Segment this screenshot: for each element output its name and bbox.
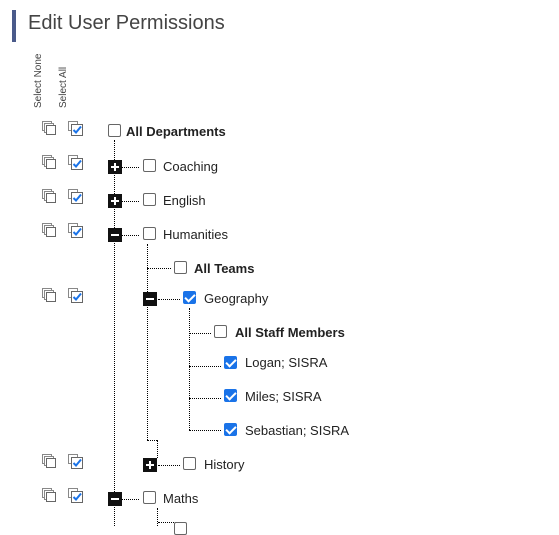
tree-line [121, 201, 139, 202]
select-none-icon[interactable] [41, 120, 57, 136]
select-all-icon[interactable] [67, 487, 83, 503]
plus-icon [146, 461, 154, 469]
checkbox-coaching[interactable] [143, 159, 156, 172]
checkbox-miles[interactable] [224, 389, 237, 402]
select-none-icon[interactable] [41, 487, 57, 503]
select-none-icon[interactable] [41, 188, 57, 204]
collapse-humanities-button[interactable] [108, 228, 122, 242]
label-all-staff-members: All Staff Members [235, 325, 345, 340]
title-accent-bar [12, 10, 16, 42]
plus-icon [111, 163, 119, 171]
select-all-icon[interactable] [67, 222, 83, 238]
select-all-icon[interactable] [67, 154, 83, 170]
select-none-icon[interactable] [41, 287, 57, 303]
minus-icon [111, 234, 119, 236]
tree-line [157, 440, 158, 458]
collapse-maths-button[interactable] [108, 492, 122, 506]
checkbox-maths[interactable] [143, 491, 156, 504]
checkbox-geography[interactable] [183, 291, 196, 304]
tree-line [121, 235, 139, 236]
checkbox-sebastian[interactable] [224, 423, 237, 436]
label-geography: Geography [204, 291, 269, 306]
tree-line [158, 465, 180, 466]
checkbox-maths-child[interactable] [174, 522, 187, 535]
checkbox-all-departments[interactable] [108, 124, 121, 137]
label-coaching: Coaching [163, 159, 218, 174]
tree-line-level3 [189, 308, 190, 430]
label-humanities: Humanities [163, 227, 229, 242]
label-history: History [204, 457, 245, 472]
checkbox-english[interactable] [143, 193, 156, 206]
select-all-column-header: Select All [58, 66, 69, 108]
tree-line [147, 268, 171, 269]
expand-coaching-button[interactable] [108, 160, 122, 174]
select-none-icon[interactable] [41, 222, 57, 238]
tree-line [189, 333, 211, 334]
tree-line [121, 167, 139, 168]
label-sebastian: Sebastian; SISRA [245, 423, 350, 438]
label-miles: Miles; SISRA [245, 389, 322, 404]
collapse-geography-button[interactable] [143, 292, 157, 306]
expand-english-button[interactable] [108, 194, 122, 208]
plus-icon [111, 197, 119, 205]
select-all-icon[interactable] [67, 188, 83, 204]
page-title: Edit User Permissions [28, 12, 225, 34]
tree-line [147, 440, 157, 441]
tree-line [158, 299, 180, 300]
tree-line-level2 [147, 244, 148, 440]
label-logan: Logan; SISRA [245, 355, 328, 370]
select-all-icon[interactable] [67, 287, 83, 303]
label-all-teams: All Teams [194, 261, 255, 276]
checkbox-all-staff-members[interactable] [214, 325, 227, 338]
expand-history-button[interactable] [143, 458, 157, 472]
select-none-icon[interactable] [41, 453, 57, 469]
select-all-icon[interactable] [67, 120, 83, 136]
checkbox-logan[interactable] [224, 356, 237, 369]
tree-line [189, 398, 221, 399]
tree-line [157, 508, 158, 526]
label-maths: Maths [163, 491, 199, 506]
select-all-icon[interactable] [67, 453, 83, 469]
minus-icon [111, 498, 119, 500]
checkbox-humanities[interactable] [143, 227, 156, 240]
select-none-icon[interactable] [41, 154, 57, 170]
label-all-departments: All Departments [126, 124, 226, 139]
select-none-column-header: Select None [33, 53, 44, 108]
tree-line [189, 366, 221, 367]
checkbox-history[interactable] [183, 457, 196, 470]
tree-line [189, 430, 221, 431]
checkbox-all-teams[interactable] [174, 261, 187, 274]
label-english: English [163, 193, 206, 208]
tree-line [121, 499, 139, 500]
minus-icon [146, 298, 154, 300]
